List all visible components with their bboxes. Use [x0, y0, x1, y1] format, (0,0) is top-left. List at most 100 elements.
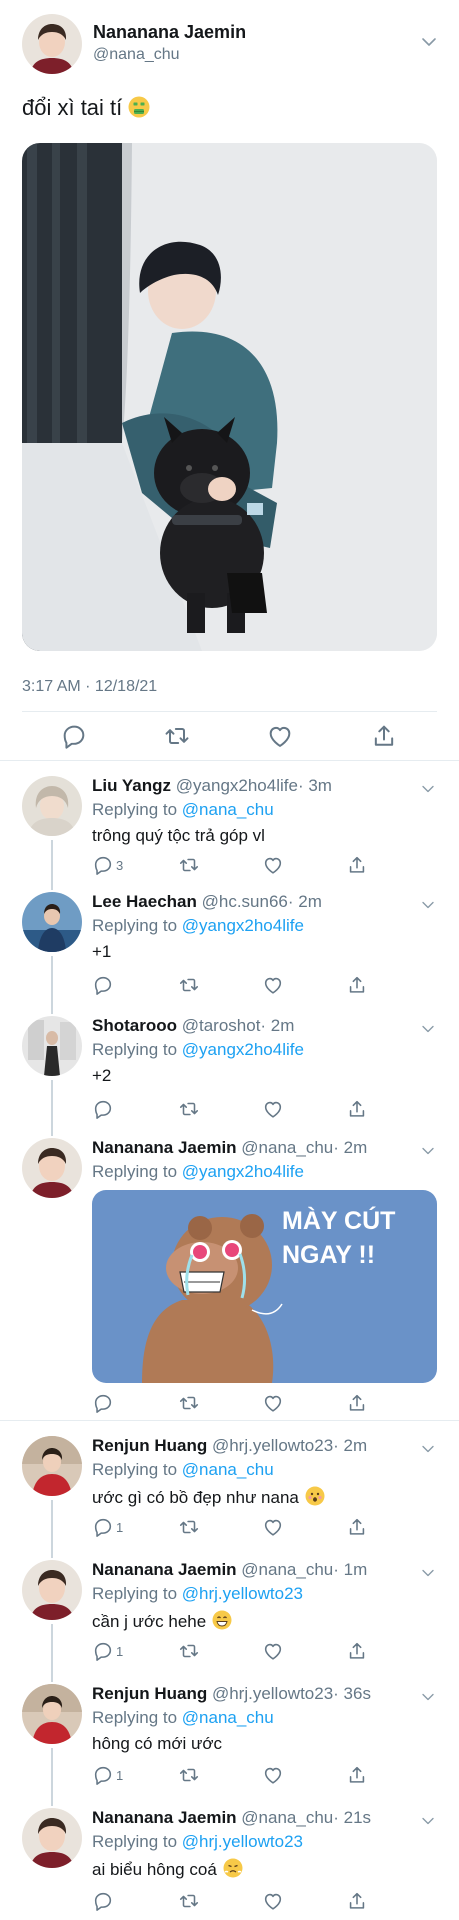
display-name[interactable]: Nananana Jaemin: [92, 1560, 237, 1579]
handle[interactable]: @nana_chu: [241, 1808, 333, 1827]
mention-link[interactable]: @yangx2ho4life: [182, 1040, 304, 1059]
share-icon[interactable]: [346, 1098, 368, 1120]
share-icon[interactable]: [370, 722, 398, 750]
chevron-down-icon[interactable]: [421, 1568, 435, 1578]
reply-icon[interactable]: [92, 974, 114, 996]
avatar[interactable]: [22, 892, 82, 952]
retweet-icon[interactable]: [178, 1392, 200, 1414]
chevron-down-icon[interactable]: [421, 900, 435, 910]
reply-icon[interactable]: [92, 1764, 114, 1786]
chevron-down-icon[interactable]: [421, 784, 435, 794]
reply-time[interactable]: · 2m: [288, 892, 322, 911]
share-icon[interactable]: [346, 1890, 368, 1912]
mention-link[interactable]: @hrj.yellowto23: [182, 1584, 303, 1603]
mention-link[interactable]: @nana_chu: [182, 800, 274, 819]
like-icon[interactable]: [262, 974, 284, 996]
display-name[interactable]: Renjun Huang: [92, 1684, 207, 1703]
thread-line: [51, 1500, 53, 1546]
replying-to: Replying to @hrj.yellowto23: [92, 1584, 303, 1604]
handle[interactable]: @nana_chu: [241, 1138, 333, 1157]
reply-time[interactable]: · 36s: [333, 1684, 371, 1703]
mention-link[interactable]: @yangx2ho4life: [182, 1162, 304, 1181]
chevron-down-icon[interactable]: [421, 36, 437, 48]
retweet-icon[interactable]: [163, 722, 191, 750]
reply-time[interactable]: · 3m: [298, 776, 332, 795]
like-icon[interactable]: [262, 1640, 284, 1662]
mention-link[interactable]: @yangx2ho4life: [182, 916, 304, 935]
chevron-down-icon[interactable]: [421, 1146, 435, 1156]
retweet-icon[interactable]: [178, 854, 200, 876]
mention-link[interactable]: @hrj.yellowto23: [182, 1832, 303, 1851]
avatar[interactable]: [22, 776, 82, 836]
retweet-icon[interactable]: [178, 1764, 200, 1786]
avatar[interactable]: [22, 1436, 82, 1496]
chevron-down-icon[interactable]: [421, 1816, 435, 1826]
share-icon[interactable]: [346, 854, 368, 876]
share-icon[interactable]: [346, 1392, 368, 1414]
avatar[interactable]: [22, 1808, 82, 1868]
handle[interactable]: @nana_chu: [241, 1560, 333, 1579]
display-name[interactable]: Nananana Jaemin: [92, 1808, 237, 1827]
reply-icon[interactable]: [92, 1098, 114, 1120]
like-icon[interactable]: [262, 1098, 284, 1120]
like-icon[interactable]: [262, 1764, 284, 1786]
reply-icon[interactable]: [60, 722, 88, 750]
handle[interactable]: @nana_chu: [93, 46, 180, 64]
like-icon[interactable]: [266, 722, 294, 750]
retweet-icon[interactable]: [178, 1640, 200, 1662]
like-icon[interactable]: [262, 1392, 284, 1414]
share-icon[interactable]: [346, 1640, 368, 1662]
reply-time[interactable]: · 21s: [333, 1808, 371, 1827]
thread-line: [51, 1670, 53, 1682]
retweet-icon[interactable]: [178, 1516, 200, 1538]
handle[interactable]: @taroshot: [182, 1016, 261, 1035]
share-icon[interactable]: [346, 1516, 368, 1538]
display-name[interactable]: Liu Yangz: [92, 776, 171, 795]
chevron-down-icon[interactable]: [421, 1444, 435, 1454]
reply-time[interactable]: · 1m: [333, 1560, 367, 1579]
mention-link[interactable]: @nana_chu: [182, 1460, 274, 1479]
avatar[interactable]: [22, 1560, 82, 1620]
reply-icon[interactable]: [92, 1516, 114, 1538]
reply-icon[interactable]: [92, 1392, 114, 1414]
like-icon[interactable]: [262, 1516, 284, 1538]
mention-link[interactable]: @nana_chu: [182, 1708, 274, 1727]
reply-icon[interactable]: [92, 1890, 114, 1912]
avatar[interactable]: [22, 1016, 82, 1076]
thread-line: [51, 1794, 53, 1806]
avatar[interactable]: [22, 14, 82, 74]
tweet-photo[interactable]: [22, 143, 437, 651]
display-name[interactable]: Nananana Jaemin: [92, 1138, 237, 1157]
chevron-down-icon[interactable]: [421, 1692, 435, 1702]
retweet-icon[interactable]: [178, 1098, 200, 1120]
handle[interactable]: @yangx2ho4life: [176, 776, 298, 795]
reply-tweet: Renjun Huang @hrj.yellowto23· 2m Replyin…: [0, 1422, 459, 1546]
reply-time[interactable]: · 2m: [333, 1138, 367, 1157]
tweet-timestamp[interactable]: 3:17 AM · 12/18/21: [22, 678, 157, 696]
thread-line: [51, 956, 53, 1002]
tweet-action-bar: [0, 722, 459, 754]
like-icon[interactable]: [262, 854, 284, 876]
display-name[interactable]: Nananana Jaemin: [93, 22, 246, 43]
retweet-icon[interactable]: [178, 1890, 200, 1912]
retweet-icon[interactable]: [178, 974, 200, 996]
reply-time[interactable]: · 2m: [260, 1016, 294, 1035]
display-name[interactable]: Renjun Huang: [92, 1436, 207, 1455]
share-icon[interactable]: [346, 974, 368, 996]
reply-time[interactable]: · 2m: [333, 1436, 367, 1455]
meme-image[interactable]: MÀY CÚT NGAY !!: [92, 1190, 437, 1383]
share-icon[interactable]: [346, 1764, 368, 1786]
reply-icon[interactable]: [92, 854, 114, 876]
avatar[interactable]: [22, 1138, 82, 1198]
handle[interactable]: @hrj.yellowto23: [212, 1684, 333, 1703]
display-name[interactable]: Shotarooo: [92, 1016, 177, 1035]
reply-tweet: Nananana Jaemin @nana_chu· 1m Replying t…: [0, 1546, 459, 1670]
reply-action-bar: [92, 974, 392, 998]
handle[interactable]: @hc.sun66: [202, 892, 288, 911]
reply-icon[interactable]: [92, 1640, 114, 1662]
avatar[interactable]: [22, 1684, 82, 1744]
handle[interactable]: @hrj.yellowto23: [212, 1436, 333, 1455]
chevron-down-icon[interactable]: [421, 1024, 435, 1034]
display-name[interactable]: Lee Haechan: [92, 892, 197, 911]
like-icon[interactable]: [262, 1890, 284, 1912]
